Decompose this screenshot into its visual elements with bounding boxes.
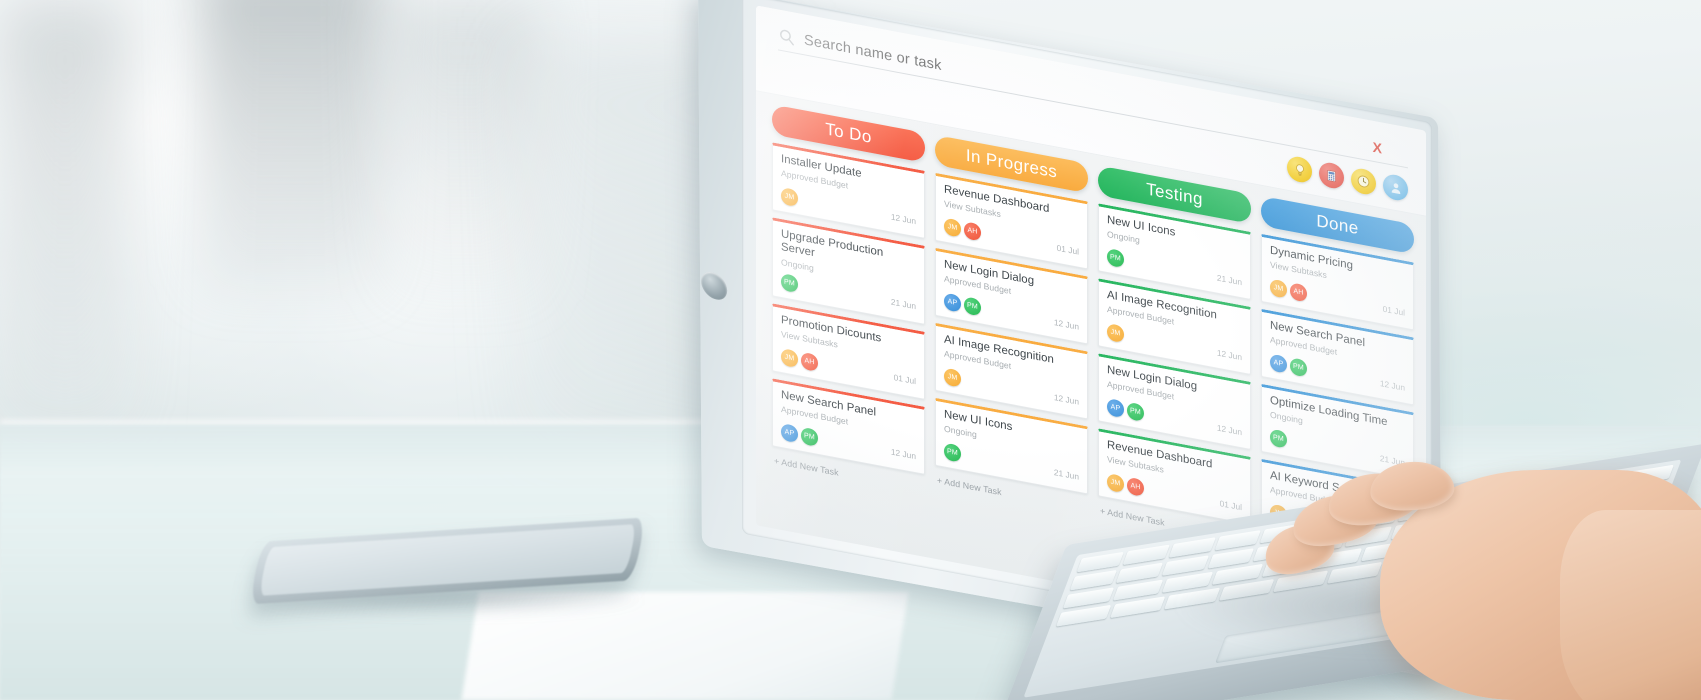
avatar[interactable]: AP — [1270, 353, 1287, 374]
background-blur-shape — [388, 0, 538, 300]
task-avatars: AP PM — [781, 422, 818, 447]
task-avatars: JM — [1107, 322, 1124, 344]
laptop-logo — [701, 268, 728, 304]
task-date: 12 Jun — [1379, 377, 1405, 393]
avatar[interactable]: AP — [781, 422, 798, 444]
lightbulb-icon[interactable] — [1287, 154, 1312, 185]
avatar[interactable]: PM — [944, 442, 961, 463]
hand — [1230, 440, 1701, 700]
avatar[interactable]: JM — [944, 367, 961, 388]
task-date: 01 Jul — [1382, 303, 1405, 318]
task-avatars: JM AH — [1107, 472, 1144, 497]
task-date: 21 Jun — [1053, 466, 1079, 482]
task-date: 12 Jun — [1216, 347, 1242, 362]
task-avatars: PM — [944, 442, 961, 463]
avatar[interactable]: PM — [1127, 401, 1144, 422]
task-date: 12 Jun — [1053, 316, 1079, 332]
task-date: 12 Jun — [890, 446, 916, 462]
task-avatars: JM AH — [1270, 278, 1307, 303]
task-avatars: JM — [781, 186, 798, 208]
avatar[interactable]: PM — [1107, 247, 1124, 269]
clear-search-button[interactable]: X — [1367, 137, 1408, 161]
avatar[interactable]: PM — [1290, 357, 1307, 378]
column-in-progress: In Progress Revenue Dashboard View Subta… — [935, 134, 1088, 588]
card-list-testing: New UI Icons Ongoing PM 21 Jun AI Image … — [1098, 203, 1251, 525]
task-date: 21 Jun — [1216, 272, 1242, 287]
avatar[interactable]: AH — [1127, 476, 1144, 497]
task-avatars: JM AH — [781, 347, 818, 372]
card-list-in-progress: Revenue Dashboard View Subtasks JM AH 01… — [935, 172, 1088, 495]
task-avatars: PM — [781, 272, 798, 294]
avatar[interactable]: JM — [1107, 322, 1124, 344]
task-avatars: AP PM — [944, 292, 981, 317]
avatar[interactable]: AH — [964, 221, 981, 242]
task-date: 01 Jul — [1056, 242, 1079, 257]
wrist — [1560, 510, 1701, 700]
avatar[interactable]: AH — [801, 351, 818, 372]
avatar[interactable]: AH — [1290, 282, 1307, 303]
task-avatars: JM AH — [944, 217, 981, 242]
avatar[interactable]: PM — [964, 296, 981, 317]
avatar[interactable]: JM — [781, 186, 798, 208]
background-blur-shape — [0, 0, 130, 430]
task-date: 21 Jun — [890, 296, 916, 312]
task-date: 12 Jun — [1216, 422, 1242, 437]
task-avatars: PM — [1107, 247, 1124, 269]
avatar[interactable]: JM — [1107, 472, 1124, 494]
avatar[interactable]: JM — [781, 347, 798, 369]
avatar[interactable]: PM — [781, 272, 798, 294]
avatar[interactable]: JM — [944, 217, 961, 238]
task-date: 12 Jun — [890, 211, 916, 226]
avatar[interactable]: JM — [1270, 278, 1287, 299]
background-blur-shape — [200, 0, 380, 290]
task-avatars: AP PM — [1107, 397, 1144, 422]
task-avatars: AP PM — [1270, 353, 1307, 378]
column-to-do: To Do Installer Update Approved Budget J… — [772, 104, 925, 557]
avatar[interactable]: AP — [1107, 397, 1124, 419]
search-icon — [780, 29, 794, 46]
avatar[interactable]: PM — [801, 426, 818, 447]
card-list-to-do: Installer Update Approved Budget JM 12 J… — [772, 142, 925, 475]
avatar[interactable]: AP — [944, 292, 961, 313]
clock-icon[interactable] — [1351, 166, 1376, 197]
task-avatars: JM — [944, 367, 961, 388]
calculator-icon[interactable] — [1319, 160, 1344, 191]
user-icon[interactable] — [1383, 172, 1408, 203]
task-date: 01 Jul — [893, 372, 916, 387]
task-date: 12 Jun — [1053, 391, 1079, 407]
